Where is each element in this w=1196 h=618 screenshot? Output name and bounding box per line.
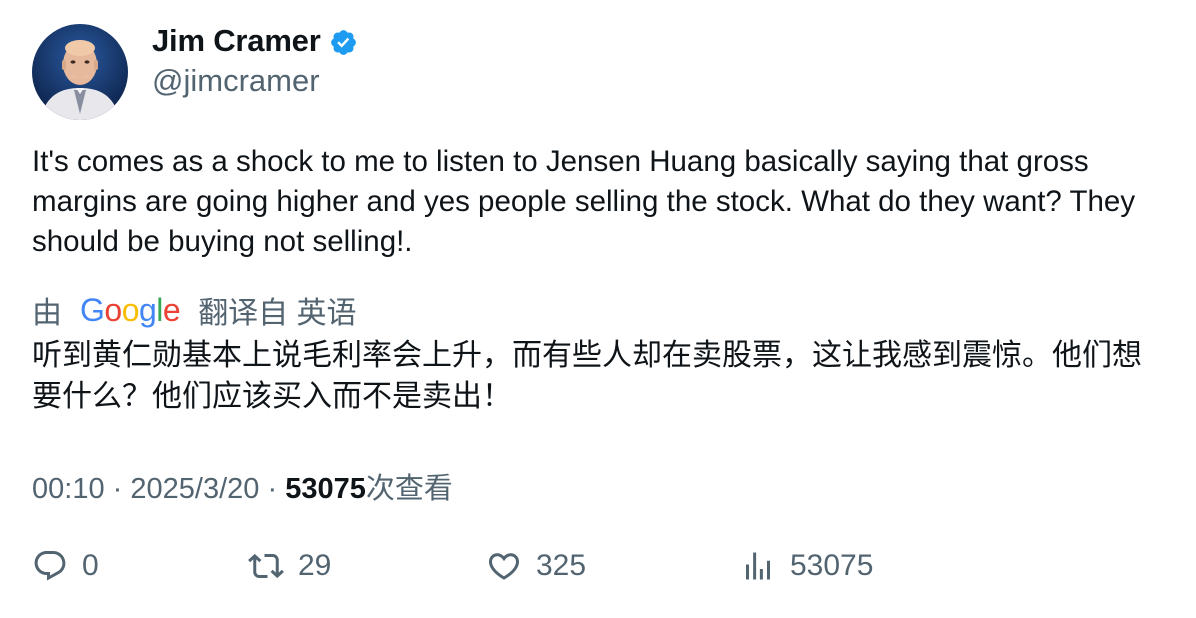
avatar[interactable]: [32, 24, 128, 120]
avatar-image: [32, 24, 128, 120]
views-action-count: 53075: [790, 549, 874, 582]
translation-source-label[interactable]: 翻译自 英语: [198, 288, 356, 332]
heart-icon: [488, 553, 520, 580]
author-name-row: Jim Cramer: [152, 23, 358, 59]
retweet-icon: [248, 553, 284, 579]
like-button[interactable]: 325: [486, 548, 586, 584]
retweet-button[interactable]: 29: [248, 548, 331, 584]
reply-button[interactable]: 0: [32, 548, 99, 584]
translation-by-label: 由: [32, 297, 62, 330]
tweet-date[interactable]: 2025/3/20: [130, 473, 259, 505]
translated-text: 听到黄仁勋基本上说毛利率会上升，而有些人却在卖股票，这让我感到震惊。他们想要什么…: [32, 339, 1142, 413]
tweet-time[interactable]: 00:10: [32, 473, 105, 505]
like-count: 325: [536, 549, 587, 582]
reply-count: 0: [82, 549, 99, 582]
views-count: 53075: [285, 473, 366, 505]
author-handle[interactable]: @jimcramer: [152, 63, 320, 99]
views-label: 次查看: [365, 473, 453, 505]
author-name[interactable]: Jim Cramer: [152, 23, 321, 59]
reply-icon: [34, 551, 66, 581]
retweet-count: 29: [298, 549, 332, 582]
meta-separator: ·: [267, 473, 278, 505]
tweet-text: It's comes as a shock to me to listen to…: [32, 145, 1136, 258]
google-logo: Google: [80, 291, 181, 328]
views-bar-chart-icon: [746, 552, 770, 580]
tweet-meta: 00:10 · 2025/3/20 · 53075次查看: [32, 465, 453, 507]
translation-attribution: 由 Google 翻译自 英语: [32, 288, 357, 332]
verified-badge-icon: [330, 30, 356, 55]
views-button[interactable]: 53075: [740, 548, 873, 584]
action-bar: 0 29 325 53075: [0, 548, 1196, 598]
meta-separator: ·: [112, 473, 123, 505]
